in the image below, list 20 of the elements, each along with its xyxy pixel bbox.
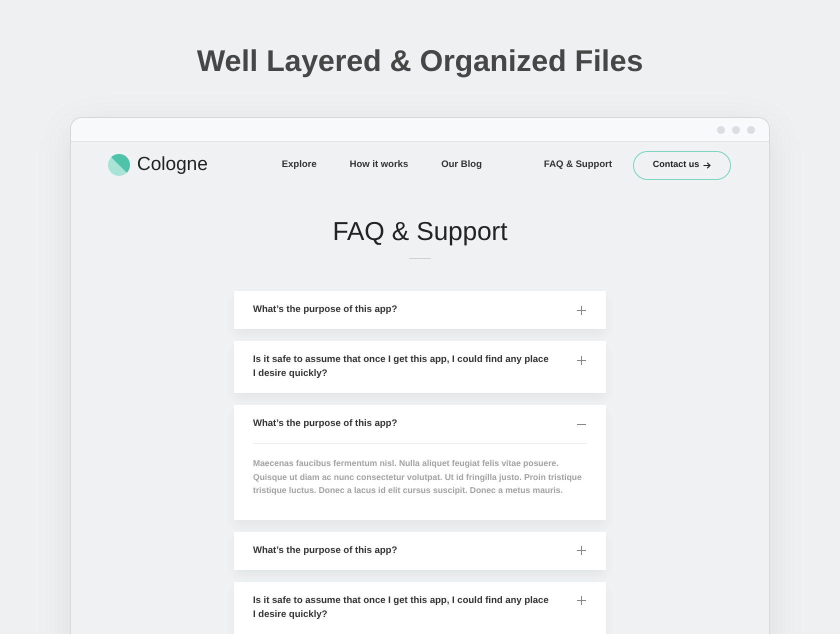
page-heading: Well Layered & Organized Files bbox=[196, 44, 644, 80]
page-title: FAQ & Support bbox=[332, 215, 508, 247]
brand-name[interactable]: Cologne bbox=[137, 150, 208, 180]
expand-icon[interactable] bbox=[577, 596, 586, 605]
nav-link[interactable]: FAQ & Support bbox=[544, 158, 612, 172]
logo-icon bbox=[108, 154, 130, 176]
faq-question[interactable]: What’s the purpose of this app? bbox=[253, 303, 553, 317]
faq-question[interactable]: Is it safe to assume that once I get this app, I could find any place I desire quickly? bbox=[253, 353, 553, 381]
nav-link[interactable]: Explore bbox=[282, 158, 317, 172]
faq-question[interactable]: What’s the purpose of this app? bbox=[253, 544, 553, 558]
contact-button[interactable]: Contact us bbox=[633, 150, 731, 180]
faq-answer: Maecenas faucibus fermentum nisl. Nulla aliquet feugiat felis vitae posuere. Quisque ut diam ac nunc consectetur volutpat. Ut id fringilla justo. Proin tristique tristique luctus. Donec a lacus id elit cursus suscipit. Donec a metus mauris. bbox=[253, 457, 583, 497]
faq-question[interactable]: Is it safe to assume that once I get this app, I could find any place I desire quickly? bbox=[253, 594, 553, 622]
arrow-right-icon bbox=[703, 162, 712, 168]
expand-icon[interactable] bbox=[577, 546, 586, 555]
expand-icon[interactable] bbox=[577, 306, 586, 314]
nav-link[interactable]: How it works bbox=[350, 158, 408, 172]
expand-icon[interactable] bbox=[577, 356, 586, 364]
nav-link[interactable]: Our Blog bbox=[441, 158, 482, 172]
faq-question[interactable]: What’s the purpose of this app? bbox=[253, 417, 553, 431]
